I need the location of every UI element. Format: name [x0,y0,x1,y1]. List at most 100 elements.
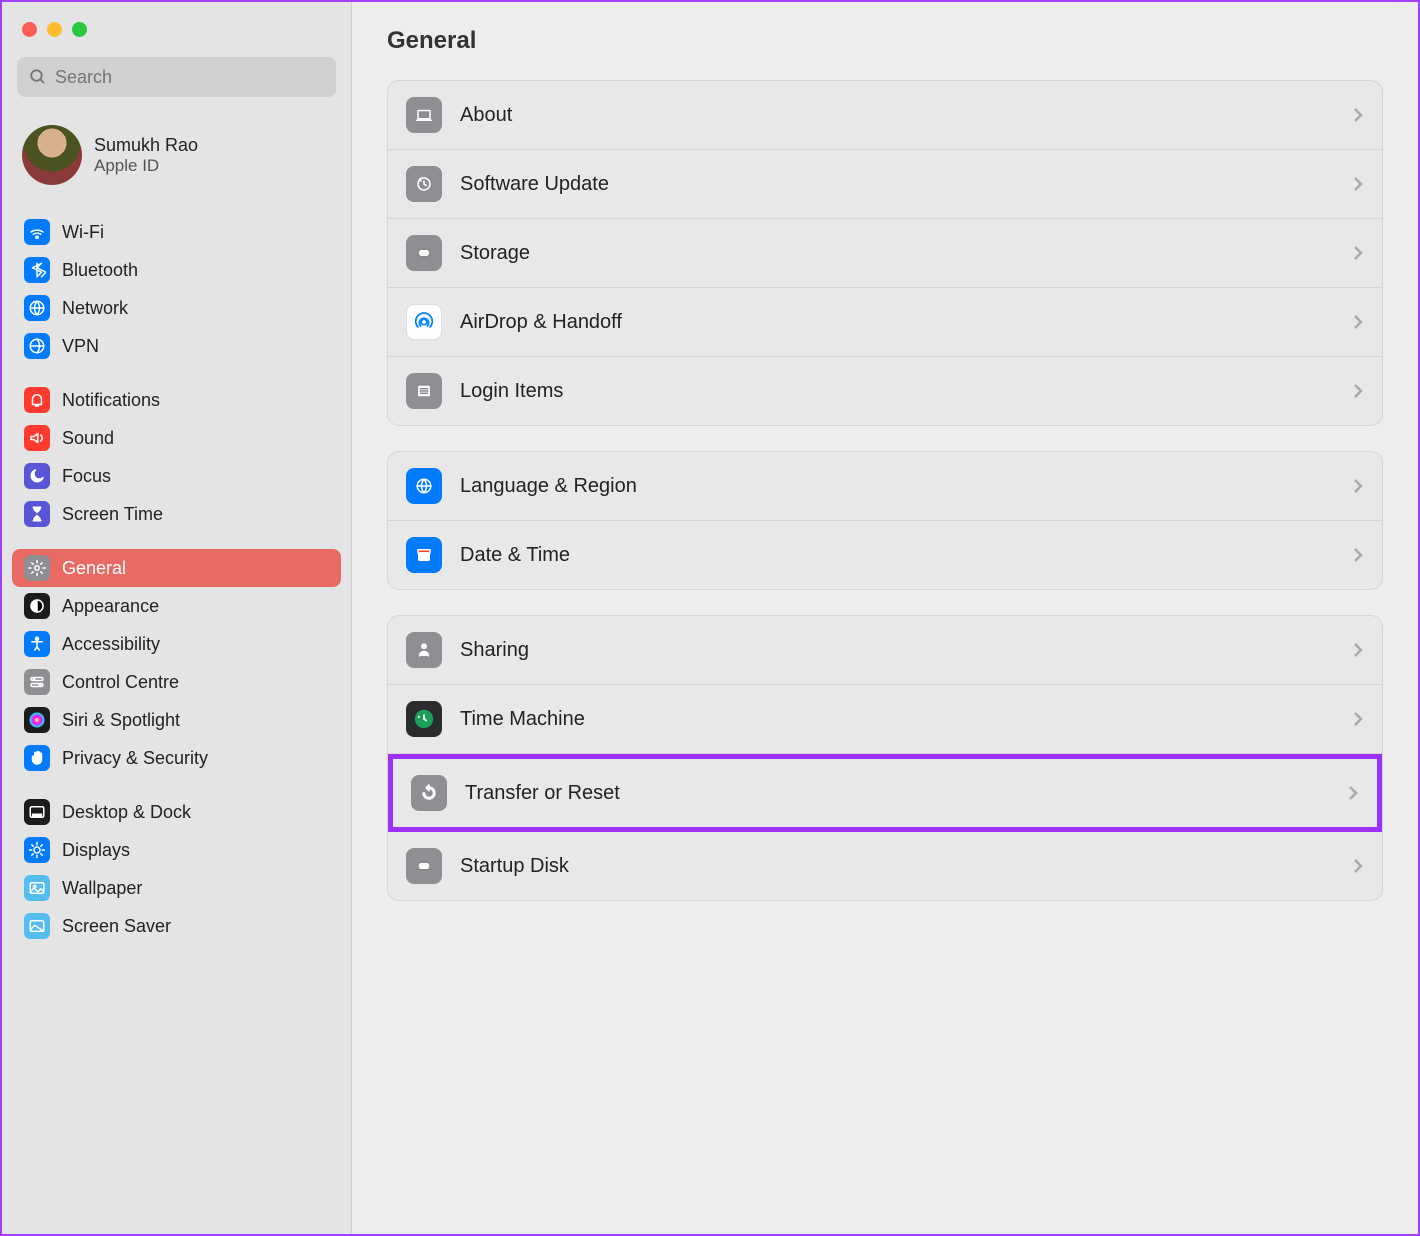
sidebar-item-label: Screen Time [62,504,163,525]
hourglass-icon [24,501,50,527]
close-button[interactable] [22,22,37,37]
sidebar-item-screen-saver[interactable]: Screen Saver [12,907,341,945]
settings-row-language-region[interactable]: Language & Region [388,452,1382,521]
settings-row-label: Startup Disk [460,855,1352,878]
settings-row-label: Login Items [460,380,1352,403]
network-icon [24,295,50,321]
maximize-button[interactable] [72,22,87,37]
sidebar-item-label: Desktop & Dock [62,802,191,823]
minimize-button[interactable] [47,22,62,37]
settings-row-label: Transfer or Reset [465,782,1347,805]
airdrop-icon [406,304,442,340]
sidebar-item-wallpaper[interactable]: Wallpaper [12,869,341,907]
settings-row-about[interactable]: About [388,81,1382,150]
settings-panel: About Software Update StorageAirDrop & Han… [387,80,1383,426]
search-input[interactable] [55,67,324,88]
chevron-right-icon [1352,546,1364,564]
wallpaper-icon [24,875,50,901]
globe-icon [406,468,442,504]
sidebar-item-label: Bluetooth [62,260,138,281]
chevron-right-icon [1352,477,1364,495]
bell-icon [24,387,50,413]
sidebar-item-appearance[interactable]: Appearance [12,587,341,625]
sidebar-item-label: Wi-Fi [62,222,104,243]
sidebar-item-siri-spotlight[interactable]: Siri & Spotlight [12,701,341,739]
settings-row-label: Date & Time [460,544,1352,567]
sidebar-item-control-centre[interactable]: Control Centre [12,663,341,701]
moon-icon [24,463,50,489]
sidebar-item-displays[interactable]: Displays [12,831,341,869]
sidebar-item-privacy-security[interactable]: Privacy & Security [12,739,341,777]
chevron-right-icon [1347,784,1359,802]
sidebar-item-label: Control Centre [62,672,179,693]
settings-row-sharing[interactable]: Sharing [388,616,1382,685]
account-sub: Apple ID [94,156,198,176]
hand-icon [24,745,50,771]
sidebar-item-label: Notifications [62,390,160,411]
sidebar-item-label: Sound [62,428,114,449]
settings-row-airdrop-handoff[interactable]: AirDrop & Handoff [388,288,1382,357]
sidebar-item-label: Siri & Spotlight [62,710,180,731]
disk-icon [406,848,442,884]
sidebar-item-label: Screen Saver [62,916,171,937]
settings-row-label: Sharing [460,639,1352,662]
sidebar-item-network[interactable]: Network [12,289,341,327]
wifi-icon [24,219,50,245]
sidebar-item-notifications[interactable]: Notifications [12,381,341,419]
sidebar-item-bluetooth[interactable]: Bluetooth [12,251,341,289]
sidebar-item-label: Network [62,298,128,319]
search-field[interactable] [17,57,336,97]
timemachine-icon [406,701,442,737]
account-name: Sumukh Rao [94,135,198,156]
main-content: General About Software Update StorageAirDr… [352,2,1418,1234]
sidebar-item-label: Wallpaper [62,878,142,899]
sidebar-item-label: Privacy & Security [62,748,208,769]
siri-icon [24,707,50,733]
switches-icon [24,669,50,695]
sharing-icon [406,632,442,668]
appearance-icon [24,593,50,619]
sidebar-item-wi-fi[interactable]: Wi-Fi [12,213,341,251]
settings-row-label: Software Update [460,173,1352,196]
reset-icon [411,775,447,811]
settings-panel: Language & Region 20 Date & Time [387,451,1383,590]
bluetooth-icon [24,257,50,283]
settings-row-date-time[interactable]: 20 Date & Time [388,521,1382,589]
sidebar-item-desktop-dock[interactable]: Desktop & Dock [12,793,341,831]
accessibility-icon [24,631,50,657]
settings-row-label: Language & Region [460,475,1352,498]
sidebar: Sumukh Rao Apple ID Wi-Fi Bluetooth Networ… [2,2,352,1234]
page-title: General [387,27,1383,55]
settings-row-transfer-or-reset[interactable]: Transfer or Reset [388,754,1382,832]
chevron-right-icon [1352,244,1364,262]
sidebar-item-sound[interactable]: Sound [12,419,341,457]
chevron-right-icon [1352,106,1364,124]
storage-icon [406,235,442,271]
sidebar-item-vpn[interactable]: VPN [12,327,341,365]
sidebar-item-general[interactable]: General [12,549,341,587]
settings-row-storage[interactable]: Storage [388,219,1382,288]
sidebar-item-screen-time[interactable]: Screen Time [12,495,341,533]
settings-row-login-items[interactable]: Login Items [388,357,1382,425]
sidebar-item-label: VPN [62,336,99,357]
sidebar-item-label: General [62,558,126,579]
list-icon [406,373,442,409]
chevron-right-icon [1352,313,1364,331]
update-icon [406,166,442,202]
window-controls [12,17,341,57]
settings-row-software-update[interactable]: Software Update [388,150,1382,219]
sidebar-item-label: Accessibility [62,634,160,655]
settings-row-startup-disk[interactable]: Startup Disk [388,832,1382,900]
screensaver-icon [24,913,50,939]
avatar [22,125,82,185]
apple-id-account[interactable]: Sumukh Rao Apple ID [12,117,341,193]
svg-text:20: 20 [420,554,428,561]
sidebar-item-focus[interactable]: Focus [12,457,341,495]
displays-icon [24,837,50,863]
sidebar-item-accessibility[interactable]: Accessibility [12,625,341,663]
chevron-right-icon [1352,641,1364,659]
calendar-icon: 20 [406,537,442,573]
sidebar-item-label: Focus [62,466,111,487]
chevron-right-icon [1352,857,1364,875]
settings-row-time-machine[interactable]: Time Machine [388,685,1382,754]
